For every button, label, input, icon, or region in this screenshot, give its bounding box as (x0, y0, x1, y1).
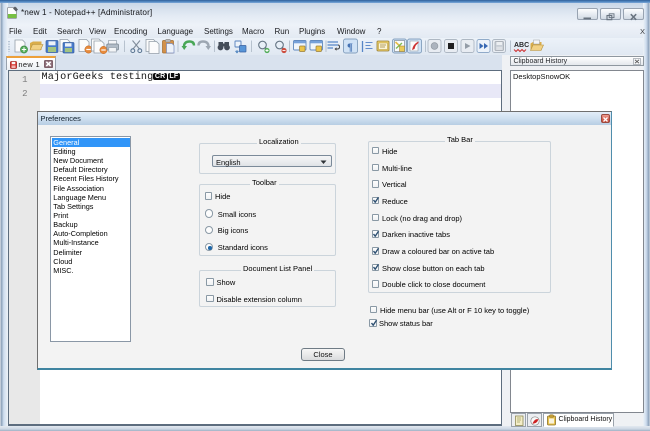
svg-text:¶: ¶ (347, 42, 353, 54)
svg-text:ABC: ABC (514, 42, 529, 49)
